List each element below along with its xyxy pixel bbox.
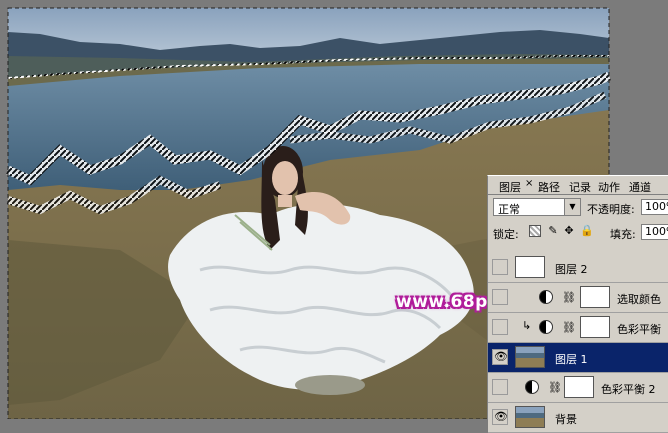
layer-mask-thumbnail <box>580 316 610 338</box>
chain-link-icon[interactable]: ⛓ <box>562 291 576 304</box>
opacity-input[interactable]: 100% <box>641 199 668 215</box>
adjustment-layer-icon <box>525 380 539 394</box>
visibility-toggle[interactable] <box>492 319 508 335</box>
chain-link-icon[interactable]: ⛓ <box>562 321 576 334</box>
chevron-down-icon[interactable]: ▼ <box>564 199 580 215</box>
tab-history[interactable]: 记录 <box>569 179 591 195</box>
layer-name: 选取颜色 <box>617 293 661 306</box>
visibility-toggle[interactable] <box>492 379 508 395</box>
lock-transparent-icon[interactable] <box>529 225 541 237</box>
lock-label: 锁定: <box>493 228 519 241</box>
layer-name: 背景 <box>555 413 577 426</box>
layers-panel: 图层 × 路径 记录 动作 通道 正常 ▼ 不透明度: 100% 锁定: ✎ ✥… <box>487 175 668 433</box>
layer-name: 图层 2 <box>555 263 588 276</box>
blend-mode-value: 正常 <box>498 203 520 216</box>
eye-icon: 👁 <box>494 350 508 363</box>
visibility-toggle[interactable] <box>492 289 508 305</box>
layer-name: 色彩平衡 <box>617 323 661 336</box>
adjustment-layer-icon <box>539 320 553 334</box>
layer-row[interactable]: 👁 背景 <box>488 403 668 433</box>
chain-link-icon[interactable]: ⛓ <box>548 381 562 394</box>
blend-mode-select[interactable]: 正常 ▼ <box>493 198 581 216</box>
layer-mask-thumbnail <box>564 376 594 398</box>
lock-all-icon[interactable]: 🔒 <box>580 225 594 237</box>
visibility-toggle[interactable]: 👁 <box>492 409 508 425</box>
layer-thumbnail <box>515 406 545 428</box>
layer-row[interactable]: ⛓ 选取颜色 <box>488 283 668 313</box>
layer-row-selected[interactable]: 👁 图层 1 <box>488 343 668 373</box>
layer-row[interactable]: ↳ ⛓ 色彩平衡 <box>488 313 668 343</box>
close-icon[interactable]: × <box>525 178 533 189</box>
opacity-label: 不透明度: <box>587 203 635 216</box>
tab-layers[interactable]: 图层 <box>499 179 521 195</box>
fill-input[interactable]: 100% <box>641 224 668 240</box>
panel-tab-bar: 图层 × 路径 记录 动作 通道 <box>488 176 668 195</box>
tab-paths[interactable]: 路径 <box>538 179 560 195</box>
layer-thumbnail <box>515 346 545 368</box>
visibility-toggle[interactable] <box>492 259 508 275</box>
fill-label: 填充: <box>610 228 636 241</box>
adjustment-layer-icon <box>539 290 553 304</box>
lock-move-icon[interactable]: ✥ <box>563 225 575 237</box>
layer-name: 图层 1 <box>555 353 588 366</box>
lock-brush-icon[interactable]: ✎ <box>547 225 559 237</box>
clipping-arrow-icon: ↳ <box>522 319 532 332</box>
eye-icon: 👁 <box>494 410 508 423</box>
layer-name: 色彩平衡 2 <box>601 383 656 396</box>
visibility-toggle[interactable]: 👁 <box>492 349 508 365</box>
tab-actions[interactable]: 动作 <box>598 179 620 195</box>
tab-channels[interactable]: 通道 <box>629 179 651 195</box>
layer-thumbnail <box>515 256 545 278</box>
layer-row[interactable]: 图层 2 <box>488 253 668 283</box>
layer-mask-thumbnail <box>580 286 610 308</box>
layer-row[interactable]: ⛓ 色彩平衡 2 <box>488 373 668 403</box>
